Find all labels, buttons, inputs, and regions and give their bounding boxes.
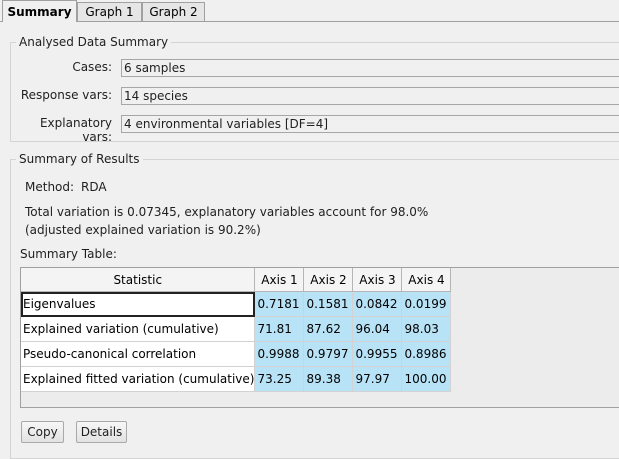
method-value: RDA [81, 180, 107, 194]
table-cell[interactable]: 100.00 [401, 366, 452, 392]
tab-strip: Summary Graph 1 Graph 2 [0, 0, 619, 22]
cases-field[interactable]: 6 samples [121, 59, 619, 77]
table-cell[interactable]: 97.97 [352, 366, 403, 392]
response-vars-field[interactable]: 14 species [121, 87, 619, 105]
summary-table-panel[interactable]: Statistic Axis 1 Axis 2 Axis 3 Axis 4 Ei… [20, 267, 619, 408]
table-cell[interactable]: 0.9955 [352, 341, 403, 367]
table-cell[interactable]: 0.0842 [352, 291, 403, 317]
total-variation-text: Total variation is 0.07345, explanatory … [25, 205, 429, 219]
row-label-explained-fitted[interactable]: Explained fitted variation (cumulative) [21, 366, 256, 392]
row-label-pseudo-canonical[interactable]: Pseudo-canonical correlation [21, 341, 256, 367]
tab-summary[interactable]: Summary [2, 0, 77, 22]
header-axis-4[interactable]: Axis 4 [401, 268, 452, 292]
table-cell[interactable]: 89.38 [303, 366, 354, 392]
table-header-row: Statistic Axis 1 Axis 2 Axis 3 Axis 4 [21, 268, 452, 292]
table-cell[interactable]: 71.81 [254, 316, 305, 342]
table-row: Explained variation (cumulative) 71.81 8… [21, 316, 452, 342]
table-row: Eigenvalues 0.7181 0.1581 0.0842 0.0199 [21, 291, 452, 317]
analysed-data-title: Analysed Data Summary [16, 35, 172, 49]
header-axis-3[interactable]: Axis 3 [352, 268, 403, 292]
table-cell[interactable]: 0.9797 [303, 341, 354, 367]
table-cell[interactable]: 87.62 [303, 316, 354, 342]
table-row: Pseudo-canonical correlation 0.9988 0.97… [21, 341, 452, 367]
header-statistic[interactable]: Statistic [21, 268, 256, 292]
response-vars-label: Response vars: [20, 88, 112, 102]
details-button[interactable]: Details [76, 421, 127, 443]
table-cell[interactable]: 0.8986 [401, 341, 452, 367]
copy-button[interactable]: Copy [21, 421, 64, 443]
table-row: Explained fitted variation (cumulative) … [21, 366, 452, 392]
tab-graph-1[interactable]: Graph 1 [77, 2, 142, 21]
summary-results-title: Summary of Results [16, 152, 143, 166]
header-axis-2[interactable]: Axis 2 [303, 268, 354, 292]
summary-table-label: Summary Table: [20, 247, 117, 261]
summary-table: Statistic Axis 1 Axis 2 Axis 3 Axis 4 Ei… [21, 268, 452, 392]
row-label-explained-variation[interactable]: Explained variation (cumulative) [21, 316, 256, 342]
tab-graph-2[interactable]: Graph 2 [142, 2, 205, 21]
table-cell[interactable]: 0.0199 [401, 291, 452, 317]
table-cell[interactable]: 96.04 [352, 316, 403, 342]
method-label: Method: [25, 180, 75, 194]
table-cell[interactable]: 0.1581 [303, 291, 354, 317]
table-cell[interactable]: 0.7181 [254, 291, 305, 317]
explanatory-vars-field[interactable]: 4 environmental variables [DF=4] [121, 115, 619, 133]
explanatory-vars-label: Explanatory vars: [39, 116, 112, 144]
table-cell[interactable]: 73.25 [254, 366, 305, 392]
row-label-eigenvalues[interactable]: Eigenvalues [21, 291, 256, 317]
adjusted-variation-text: (adjusted explained variation is 90.2%) [25, 223, 261, 237]
cases-label: Cases: [72, 60, 112, 74]
table-cell[interactable]: 0.9988 [254, 341, 305, 367]
header-axis-1[interactable]: Axis 1 [254, 268, 305, 292]
table-cell[interactable]: 98.03 [401, 316, 452, 342]
